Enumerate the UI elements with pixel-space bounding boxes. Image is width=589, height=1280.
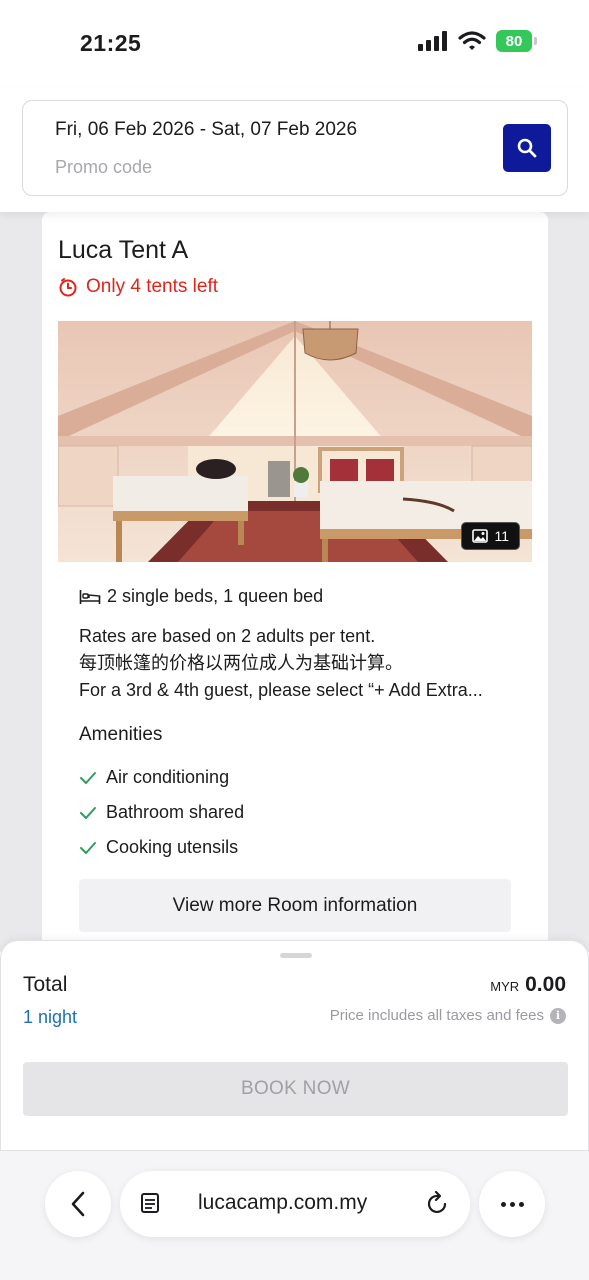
battery-cap bbox=[534, 37, 537, 45]
room-card: Luca Tent A Only 4 tents left 11 2 singl… bbox=[42, 212, 548, 952]
check-icon bbox=[80, 806, 96, 819]
wifi-icon bbox=[458, 31, 486, 50]
tax-note-text: Price includes all taxes and fees bbox=[329, 1007, 544, 1024]
status-time: 21:25 bbox=[80, 30, 142, 56]
timer-icon bbox=[59, 278, 77, 297]
status-bar: 21:25 80 bbox=[0, 0, 589, 88]
total-price: MYR 0.00 bbox=[490, 973, 566, 997]
total-label: Total bbox=[23, 973, 68, 996]
browser-toolbar: lucacamp.com.my bbox=[0, 1150, 589, 1280]
battery-icon: 80 bbox=[496, 30, 537, 52]
info-icon[interactable]: i bbox=[550, 1007, 566, 1024]
amenity-label: Cooking utensils bbox=[106, 837, 239, 857]
room-list: Luca Tent A Only 4 tents left 11 2 singl… bbox=[0, 212, 589, 952]
amenities-list: Air conditioning Bathroom shared Cooking… bbox=[79, 760, 244, 865]
amenity-item: Bathroom shared bbox=[79, 795, 244, 830]
chevron-left-icon bbox=[71, 1191, 85, 1217]
battery-level: 80 bbox=[496, 30, 532, 52]
amenities-heading: Amenities bbox=[79, 724, 163, 745]
currency-label: MYR bbox=[490, 979, 520, 994]
photo-count: 11 bbox=[494, 528, 509, 544]
nights-count: 1 night bbox=[23, 1007, 78, 1027]
price-amount: 0.00 bbox=[525, 973, 566, 996]
date-range-field[interactable]: Fri, 06 Feb 2026 - Sat, 07 Feb 2026 bbox=[55, 119, 357, 141]
availability-text: Only 4 tents left bbox=[86, 276, 219, 297]
search-button[interactable] bbox=[503, 124, 551, 172]
signal-icon bbox=[418, 31, 447, 51]
amenity-label: Air conditioning bbox=[106, 767, 230, 787]
image-icon bbox=[472, 529, 489, 543]
tax-note: Price includes all taxes and fees i bbox=[330, 1007, 566, 1024]
url-text[interactable]: lucacamp.com.my bbox=[198, 1191, 367, 1215]
view-more-room-info-button[interactable]: View more Room information bbox=[79, 879, 511, 932]
availability-notice: Only 4 tents left bbox=[58, 276, 218, 298]
address-bar[interactable]: lucacamp.com.my bbox=[120, 1171, 470, 1237]
amenity-item: Air conditioning bbox=[79, 760, 244, 795]
description-line: For a 3rd & 4th guest, please select “+ … bbox=[79, 680, 483, 700]
description-line: 每顶帐篷的价格以两位成人为基础计算。 bbox=[79, 653, 403, 673]
promo-code-input[interactable] bbox=[55, 157, 435, 178]
bed-description: 2 single beds, 1 queen bed bbox=[107, 586, 324, 606]
description-line: Rates are based on 2 adults per tent. bbox=[79, 626, 376, 646]
search-box: Fri, 06 Feb 2026 - Sat, 07 Feb 2026 bbox=[22, 100, 568, 196]
more-dot bbox=[518, 1201, 524, 1207]
booking-summary-sheet: Total 1 night MYR 0.00 Price includes al… bbox=[0, 940, 589, 1150]
amenity-item: Cooking utensils bbox=[79, 830, 244, 865]
reload-icon[interactable] bbox=[426, 1190, 450, 1216]
check-icon bbox=[80, 841, 96, 854]
room-photo[interactable]: 11 bbox=[58, 321, 532, 562]
bed-info: 2 single beds, 1 queen bed bbox=[79, 586, 323, 607]
room-name: Luca Tent A bbox=[58, 236, 189, 264]
sheet-grabber[interactable] bbox=[280, 953, 312, 958]
back-button[interactable] bbox=[45, 1171, 111, 1237]
search-icon bbox=[517, 138, 537, 158]
bed-icon bbox=[79, 589, 101, 604]
check-icon bbox=[80, 771, 96, 784]
rate-description: Rates are based on 2 adults per tent. 每顶… bbox=[79, 623, 519, 704]
more-dot bbox=[509, 1201, 515, 1207]
more-dot bbox=[500, 1201, 506, 1207]
photo-count-badge[interactable]: 11 bbox=[461, 522, 520, 550]
search-header: Fri, 06 Feb 2026 - Sat, 07 Feb 2026 bbox=[0, 88, 589, 212]
status-icons: 80 bbox=[418, 30, 537, 52]
more-options-button[interactable] bbox=[479, 1171, 545, 1237]
reader-mode-icon[interactable] bbox=[140, 1191, 162, 1215]
amenity-label: Bathroom shared bbox=[106, 802, 245, 822]
book-now-button[interactable]: BOOK NOW bbox=[23, 1062, 568, 1116]
